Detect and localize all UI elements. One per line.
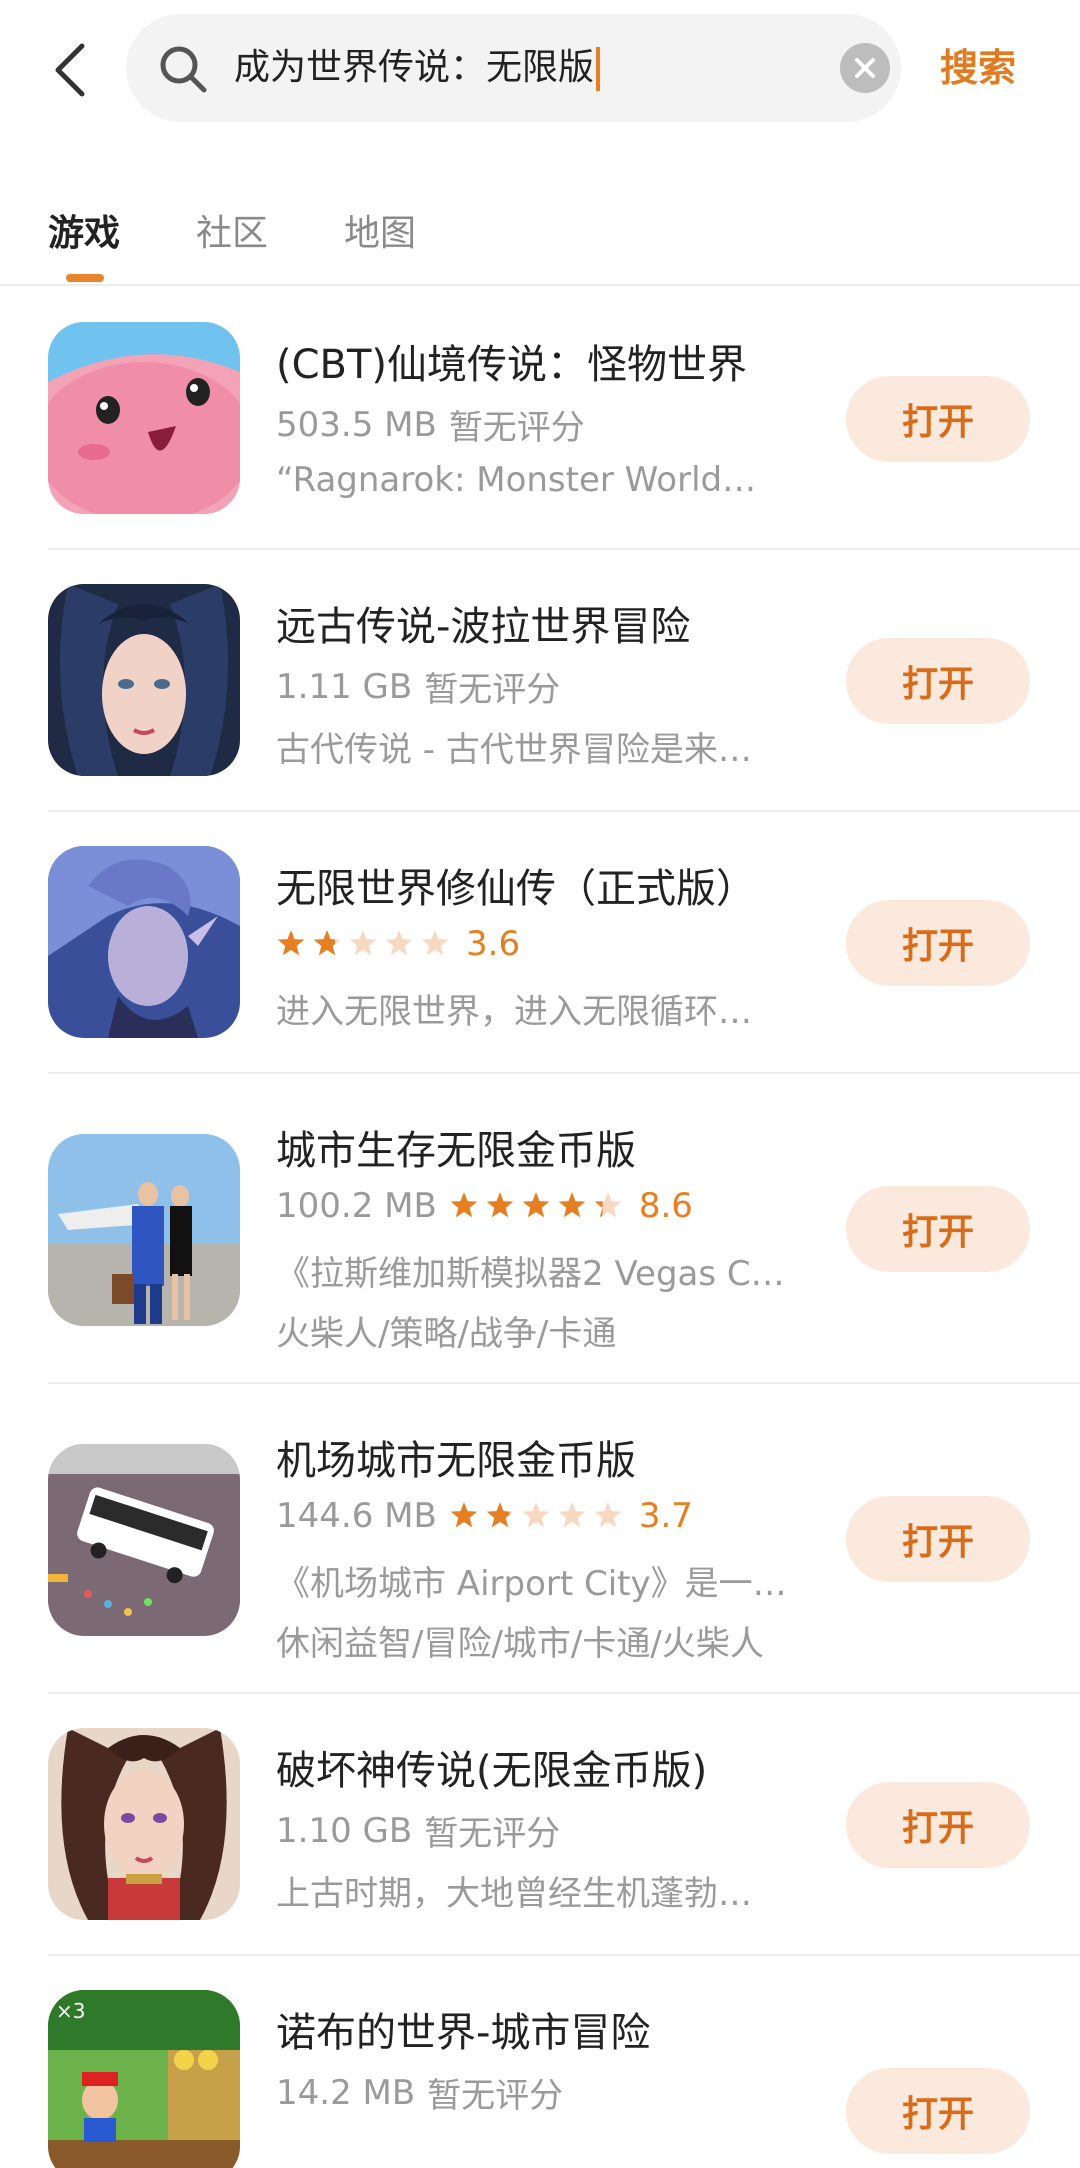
open-button[interactable]: 打开	[846, 638, 1030, 724]
app-description: 《拉斯维加斯模拟器2 Vegas C…	[276, 1254, 785, 1294]
app-meta: 144.6 MB 3.7	[276, 1496, 693, 1536]
app-description: 古代传说 - 古代世界冒险是来…	[276, 730, 752, 770]
app-title: (CBT)仙境传说：怪物世界	[276, 342, 748, 388]
app-size: 144.6 MB	[276, 1496, 437, 1536]
star-icon	[558, 1502, 586, 1528]
app-size: 1.10 GB	[276, 1810, 413, 1851]
tab-games[interactable]: 游戏	[48, 204, 120, 256]
app-meta: 100.2 MB 8.6	[276, 1186, 693, 1226]
star-icon	[594, 1192, 622, 1218]
list-item[interactable]: (CBT)仙境传说：怪物世界 503.5 MB 暂无评分 “Ragnarok: …	[0, 288, 1080, 550]
app-size: 1.11 GB	[276, 666, 413, 707]
open-button[interactable]: 打开	[846, 900, 1030, 986]
app-icon	[48, 1134, 240, 1326]
clear-button[interactable]	[840, 43, 890, 93]
star-icon	[349, 930, 377, 956]
app-icon	[48, 584, 240, 776]
list-item[interactable]: 无限世界修仙传（正式版） 3.6 进入无限世界，进入无限循环… 打开	[0, 812, 1080, 1074]
star-icon	[522, 1502, 550, 1528]
search-icon	[160, 46, 207, 93]
category-tabs: 游戏 社区 地图	[0, 190, 1080, 286]
star-icon	[385, 930, 413, 956]
app-description: 《机场城市 Airport City》是一…	[276, 1564, 787, 1604]
back-button[interactable]	[40, 30, 100, 110]
app-icon	[48, 1728, 240, 1920]
app-title: 城市生存无限金币版	[276, 1128, 636, 1174]
search-query[interactable]: 成为世界传说：无限版	[234, 14, 601, 122]
app-title: 远古传说-波拉世界冒险	[276, 604, 691, 650]
list-item[interactable]: 城市生存无限金币版 100.2 MB 8.6 《拉斯维加斯模拟器2 Vegas …	[0, 1074, 1080, 1384]
app-rating-text: 暂无评分	[424, 670, 561, 710]
app-meta: 14.2 MB 暂无评分	[276, 2068, 563, 2117]
app-title: 诺布的世界-城市冒险	[276, 2010, 651, 2056]
app-meta: 1.11 GB 暂无评分	[276, 662, 560, 711]
star-icon	[277, 930, 305, 956]
app-size: 100.2 MB	[276, 1186, 437, 1226]
app-icon	[48, 1444, 240, 1636]
tab-community[interactable]: 社区	[196, 204, 268, 256]
star-icon	[450, 1502, 478, 1528]
app-icon	[48, 322, 240, 514]
svg-text:×3: ×3	[56, 1999, 85, 2023]
app-size: 503.5 MB	[276, 404, 437, 445]
rating-stars	[449, 1501, 623, 1531]
star-icon	[450, 1192, 478, 1218]
app-rating: 8.6	[638, 1186, 693, 1226]
tab-maps[interactable]: 地图	[344, 204, 416, 256]
app-meta: 3.6	[276, 924, 520, 964]
app-title: 机场城市无限金币版	[276, 1438, 636, 1484]
star-icon	[486, 1502, 514, 1528]
app-rating: 3.7	[638, 1496, 693, 1536]
search-input[interactable]: 成为世界传说：无限版	[126, 14, 901, 122]
star-icon	[313, 930, 341, 956]
app-title: 破坏神传说(无限金币版)	[276, 1748, 708, 1794]
rating-stars	[449, 1191, 623, 1221]
app-tags: 休闲益智/冒险/城市/卡通/火柴人	[276, 1624, 764, 1664]
list-item[interactable]: 机场城市无限金币版 144.6 MB 3.7 《机场城市 Airport Cit…	[0, 1384, 1080, 1694]
app-description: 进入无限世界，进入无限循环…	[276, 992, 752, 1032]
app-rating-text: 暂无评分	[427, 2076, 564, 2116]
app-title: 无限世界修仙传（正式版）	[276, 866, 756, 912]
chevron-left-icon	[55, 43, 85, 97]
app-tags: 火柴人/策略/战争/卡通	[276, 1314, 617, 1354]
app-rating-text: 暂无评分	[424, 1814, 561, 1854]
app-meta: 503.5 MB 暂无评分	[276, 400, 585, 449]
star-icon	[558, 1192, 586, 1218]
star-icon	[522, 1192, 550, 1218]
search-button[interactable]: 搜索	[940, 14, 1016, 122]
app-rating-text: 暂无评分	[448, 408, 585, 448]
open-button[interactable]: 打开	[846, 1496, 1030, 1582]
search-header: 成为世界传说：无限版 搜索	[0, 0, 1080, 140]
star-icon	[421, 930, 449, 956]
app-rating: 3.6	[466, 924, 521, 964]
text-caret	[596, 47, 601, 91]
app-meta: 1.10 GB 暂无评分	[276, 1806, 560, 1855]
app-description: “Ragnarok: Monster World…	[276, 460, 757, 500]
app-size: 14.2 MB	[276, 2072, 416, 2113]
open-button[interactable]: 打开	[846, 1186, 1030, 1272]
star-icon	[486, 1192, 514, 1218]
open-button[interactable]: 打开	[846, 376, 1030, 462]
close-icon	[855, 58, 875, 78]
rating-stars	[276, 929, 450, 959]
star-icon	[594, 1502, 622, 1528]
app-icon	[48, 846, 240, 1038]
app-description: 上古时期，大地曾经生机蓬勃…	[276, 1874, 752, 1914]
open-button[interactable]: 打开	[846, 2068, 1030, 2154]
active-tab-indicator	[66, 274, 104, 282]
list-item[interactable]: 破坏神传说(无限金币版) 1.10 GB 暂无评分 上古时期，大地曾经生机蓬勃……	[0, 1694, 1080, 1956]
list-item[interactable]: 远古传说-波拉世界冒险 1.11 GB 暂无评分 古代传说 - 古代世界冒险是来…	[0, 550, 1080, 812]
list-item[interactable]: ×3 诺布的世界-城市冒险 14.2 MB 暂无评分 打开	[0, 1956, 1080, 2168]
open-button[interactable]: 打开	[846, 1782, 1030, 1868]
app-icon: ×3	[48, 1990, 240, 2168]
